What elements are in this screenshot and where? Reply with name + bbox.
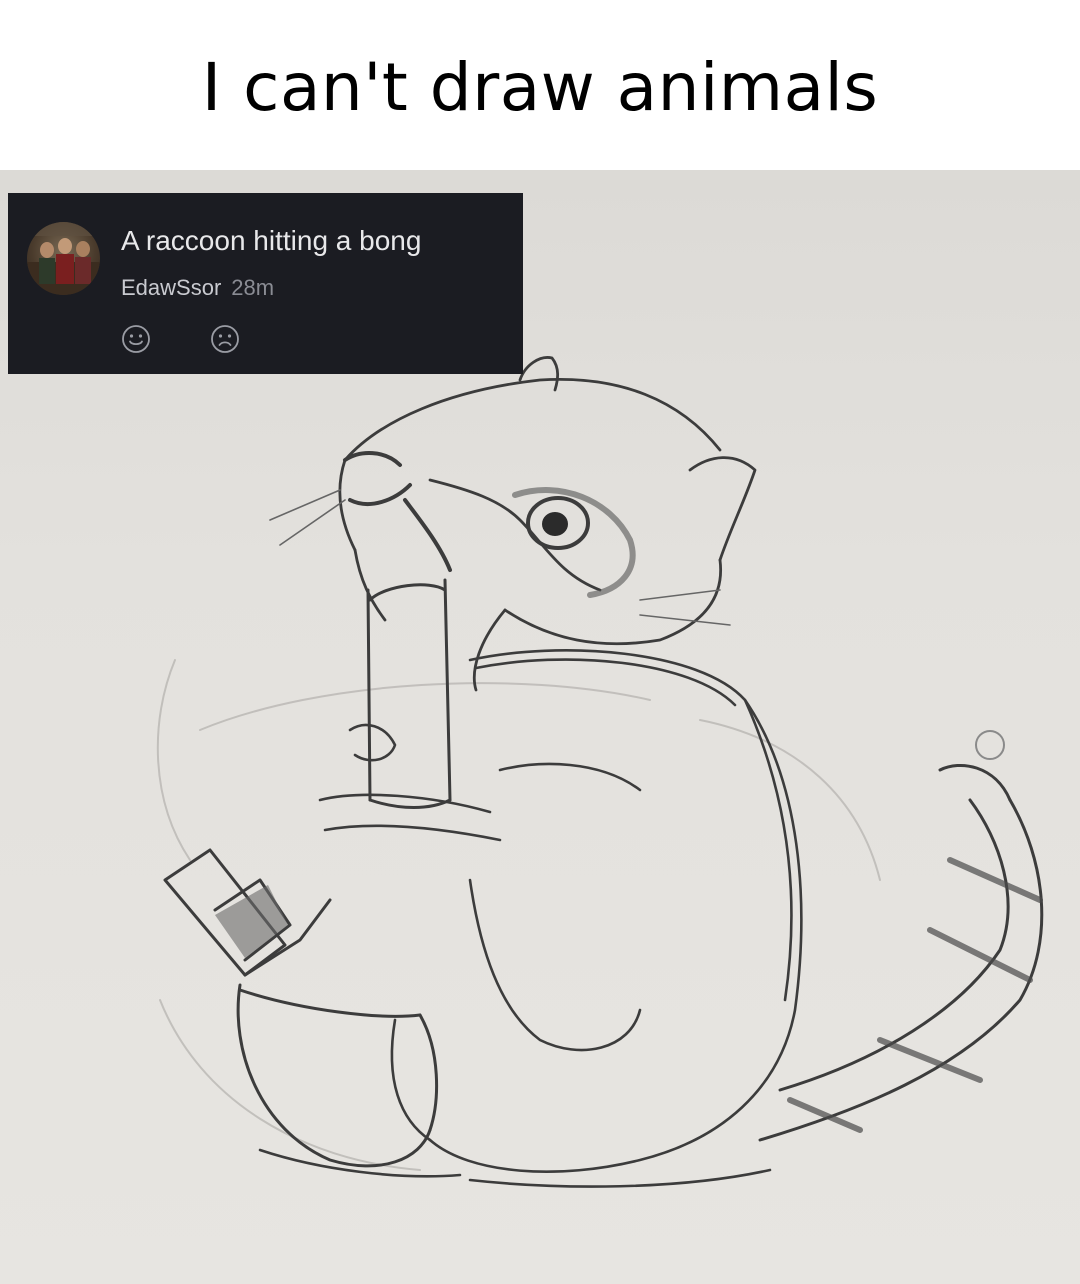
user-avatar[interactable] — [27, 222, 100, 295]
smile-icon[interactable] — [121, 324, 151, 354]
frown-icon[interactable] — [210, 324, 240, 354]
comment-card: A raccoon hitting a bong EdawSsor 28m — [8, 193, 523, 374]
meme-caption: I can't draw animals — [201, 48, 879, 126]
avatar-photo-icon — [27, 222, 100, 295]
comment-meta: EdawSsor 28m — [121, 275, 274, 301]
comment-username[interactable]: EdawSsor — [121, 275, 221, 300]
meme-caption-band: I can't draw animals — [0, 0, 1080, 170]
comment-timestamp: 28m — [231, 275, 275, 300]
comment-text: A raccoon hitting a bong — [121, 225, 422, 256]
